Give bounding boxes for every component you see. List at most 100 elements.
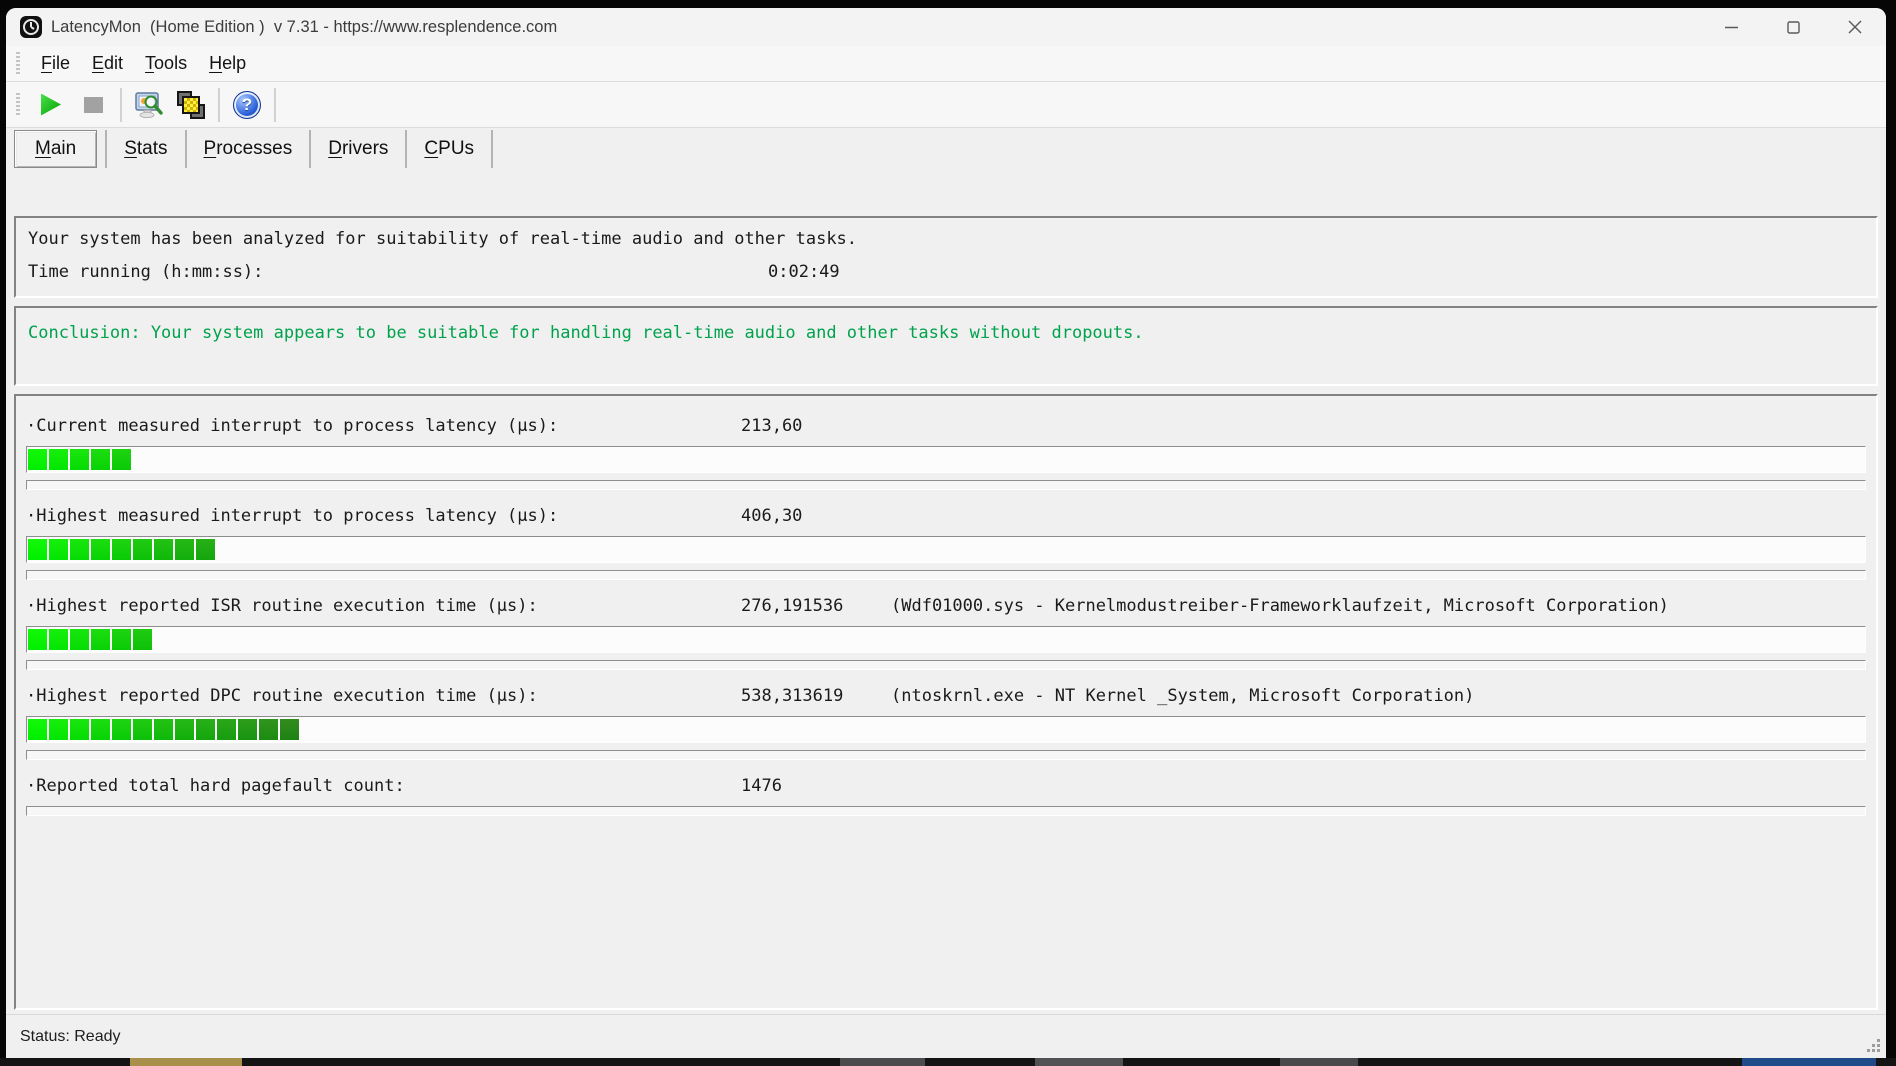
tool-bar: ? (6, 82, 1886, 128)
help-button[interactable]: ? (226, 85, 268, 125)
help-icon: ? (233, 91, 261, 119)
tab-processes[interactable]: Processes (187, 130, 310, 168)
tab-main[interactable]: Main (14, 130, 97, 168)
window-controls (1700, 8, 1886, 46)
menu-help[interactable]: Help (198, 49, 257, 78)
latency-bar-segment (91, 539, 110, 560)
tab-cpus[interactable]: CPUs (407, 130, 491, 168)
latency-bar-segment (175, 719, 194, 740)
metric-info: (Wdf01000.sys - Kernelmodustreiber-Frame… (891, 593, 1866, 619)
metric-baseline-bar (26, 806, 1866, 816)
metric-value: 406,30 (741, 503, 891, 529)
metric-label: ·Highest reported DPC routine execution … (26, 683, 741, 709)
latency-bar-segment (259, 719, 278, 740)
latency-bar-segment (133, 629, 152, 650)
latency-bar-segment (154, 539, 173, 560)
analyze-button[interactable] (128, 85, 170, 125)
layers-icon (177, 91, 205, 119)
close-icon (1848, 20, 1862, 34)
latency-bar-segment (49, 719, 68, 740)
tab-bar: Main Stats Processes Drivers CPUs (6, 128, 1886, 170)
tab-drivers[interactable]: Drivers (311, 130, 405, 168)
time-running-label: Time running (h:mm:ss): (28, 256, 768, 289)
conclusion-box: Conclusion: Your system appears to be su… (14, 306, 1878, 386)
latency-bar (26, 536, 1866, 563)
latency-bar-segment (112, 539, 131, 560)
taskbar-app-fragment (130, 1058, 242, 1066)
minimize-icon (1725, 21, 1738, 34)
taskbar-app-fragment (1742, 1058, 1876, 1066)
close-button[interactable] (1824, 8, 1886, 46)
status-bar: Status: Ready (6, 1014, 1886, 1058)
window-title: LatencyMon (Home Edition ) v 7.31 - http… (51, 18, 557, 37)
latency-bar-segment (175, 539, 194, 560)
latency-bar-segment (70, 719, 89, 740)
metric-baseline-bar (26, 750, 1866, 760)
metric-highest-latency: ·Highest measured interrupt to process l… (26, 490, 1866, 580)
toolbar-gripper (16, 93, 20, 117)
report-button[interactable] (170, 85, 212, 125)
latency-bar-segment (196, 719, 215, 740)
taskbar-app-fragment (1035, 1058, 1123, 1066)
play-icon (41, 94, 61, 116)
taskbar-app-fragment (1280, 1058, 1358, 1066)
latency-bar-segment (70, 539, 89, 560)
stop-monitor-button[interactable] (72, 85, 114, 125)
metric-baseline-bar (26, 570, 1866, 580)
latency-bar (26, 716, 1866, 743)
toolbar-separator (120, 88, 122, 122)
metric-baseline-bar (26, 660, 1866, 670)
metric-label: ·Highest reported ISR routine execution … (26, 593, 741, 619)
stop-icon (84, 97, 103, 113)
menu-edit[interactable]: Edit (81, 49, 134, 78)
start-monitor-button[interactable] (30, 85, 72, 125)
latency-bar-segment (280, 719, 299, 740)
latency-bar-segment (133, 719, 152, 740)
metric-label: ·Current measured interrupt to process l… (26, 413, 741, 439)
resize-grip-icon[interactable] (1866, 1038, 1881, 1053)
tab-separator (491, 130, 493, 168)
analyze-monitor-icon (134, 90, 164, 120)
latency-bar-segment (28, 719, 47, 740)
metric-label: ·Highest measured interrupt to process l… (26, 503, 741, 529)
latency-bar-segment (91, 719, 110, 740)
menu-file[interactable]: File (30, 49, 81, 78)
maximize-icon (1787, 21, 1800, 34)
toolbar-separator (274, 88, 276, 122)
latency-bar-segment (70, 629, 89, 650)
latency-bar (26, 446, 1866, 473)
conclusion-text: Conclusion: Your system appears to be su… (28, 320, 1864, 346)
latency-bar-segment (112, 629, 131, 650)
latency-bar-segment (154, 719, 173, 740)
taskbar-sliver (0, 1058, 1896, 1066)
latency-bar-segment (112, 719, 131, 740)
menu-bar: File Edit Tools Help (6, 46, 1886, 82)
toolbar-separator (218, 88, 220, 122)
metric-dpc-time: ·Highest reported DPC routine execution … (26, 670, 1866, 760)
latency-bar-segment (133, 539, 152, 560)
latency-bar-segment (49, 449, 68, 470)
metric-info: (ntoskrnl.exe - NT Kernel _System, Micro… (891, 683, 1866, 709)
metrics-box: ·Current measured interrupt to process l… (14, 394, 1878, 1010)
menu-tools[interactable]: Tools (134, 49, 198, 78)
minimize-button[interactable] (1700, 8, 1762, 46)
time-running-value: 0:02:49 (768, 256, 840, 289)
latency-bar-segment (238, 719, 257, 740)
metric-baseline-bar (26, 480, 1866, 490)
metric-value: 213,60 (741, 413, 891, 439)
metric-value: 1476 (741, 773, 891, 799)
metric-info (891, 413, 1866, 439)
metric-pagefault-count: ·Reported total hard pagefault count: 14… (26, 760, 1866, 816)
menu-gripper (16, 52, 20, 76)
taskbar-app-fragment (840, 1058, 925, 1066)
metric-current-latency: ·Current measured interrupt to process l… (26, 400, 1866, 490)
latency-bar-segment (91, 629, 110, 650)
latency-bar-segment (28, 629, 47, 650)
latency-bar-segment (91, 449, 110, 470)
metric-info (891, 503, 1866, 529)
latency-bar (26, 626, 1866, 653)
maximize-button[interactable] (1762, 8, 1824, 46)
title-bar: LatencyMon (Home Edition ) v 7.31 - http… (6, 8, 1886, 46)
tab-stats[interactable]: Stats (107, 130, 184, 168)
latency-bar-segment (196, 539, 215, 560)
